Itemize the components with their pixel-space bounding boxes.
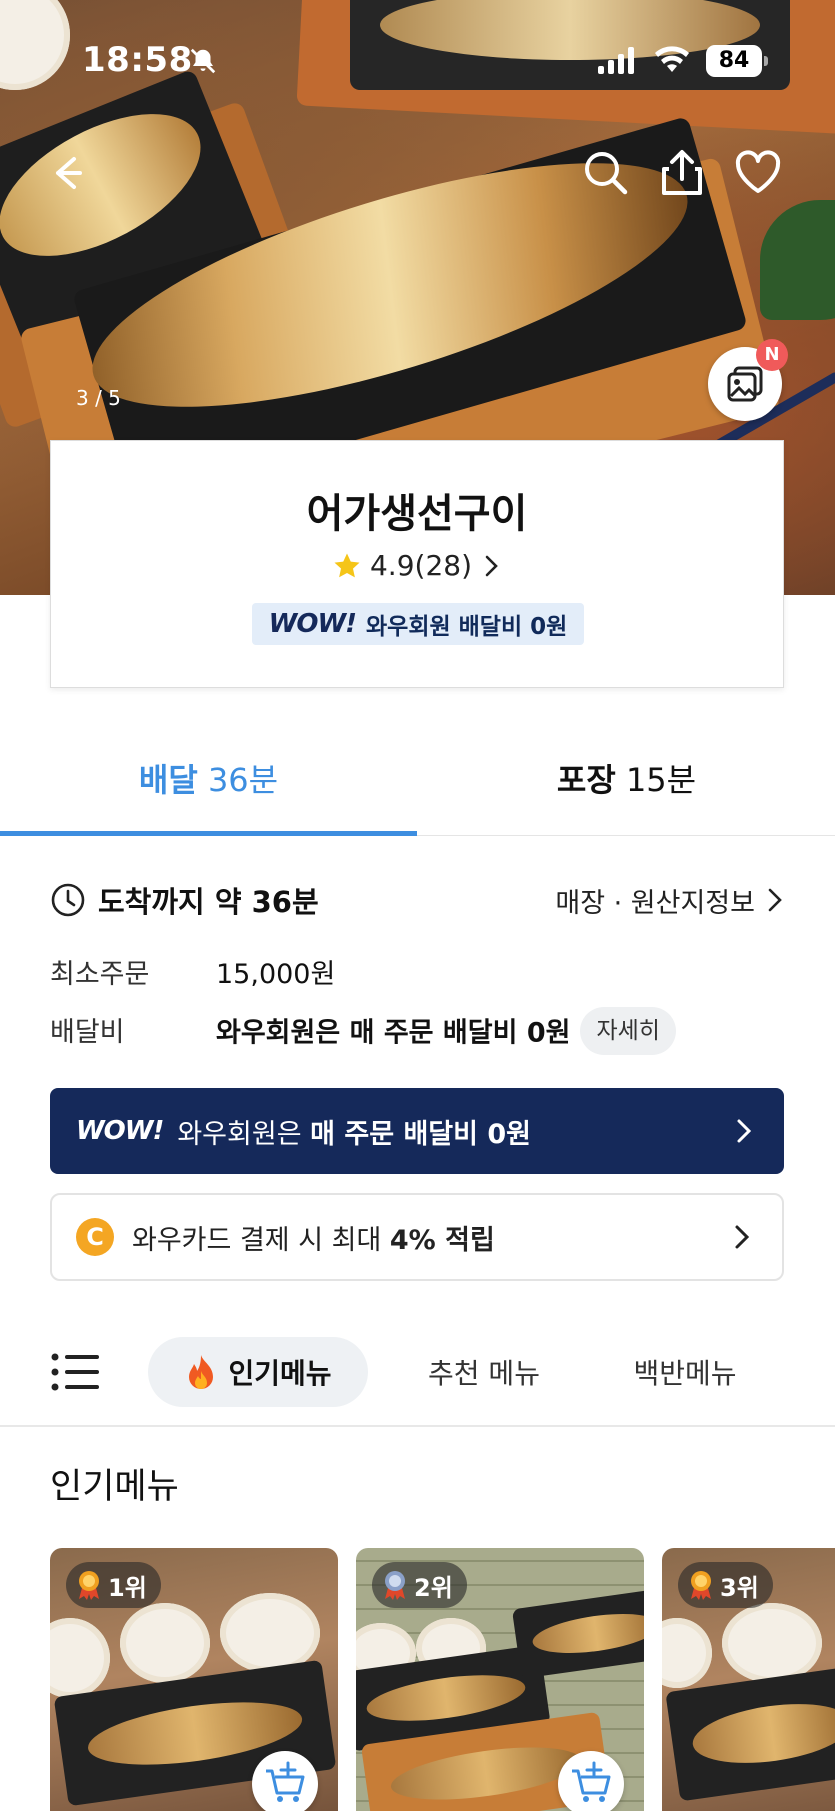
active-tab-indicator bbox=[0, 831, 417, 836]
section-title: 인기메뉴 bbox=[50, 1467, 179, 1507]
menu-list-icon[interactable] bbox=[50, 1351, 100, 1393]
arrival-time: 도착까지 약 36분 bbox=[98, 885, 319, 919]
rank-label: 2위 bbox=[414, 1573, 453, 1602]
tab-pickup[interactable]: 포장 15분 bbox=[418, 720, 835, 836]
wow-banner-text: 와우회원은 매 주문 배달비 0원 bbox=[177, 1112, 531, 1151]
store-page: 18:58 84 3 / 5 N 어가생선구이 4.9(28) WOW! 와우회… bbox=[0, 0, 835, 1811]
rank-badge: 3위 bbox=[678, 1562, 773, 1608]
wow-badge-text: 와우회원 배달비 0원 bbox=[366, 614, 568, 640]
tab-delivery-time: 36분 bbox=[207, 761, 279, 799]
menu-category-bar: 인기메뉴 추천 메뉴 백반메뉴 bbox=[0, 1325, 835, 1427]
photo-counter: 3 / 5 bbox=[76, 386, 121, 410]
grilled-fish bbox=[363, 1667, 529, 1729]
popular-item-card[interactable]: 3위 bbox=[662, 1548, 835, 1811]
card-banner-text-plain: 와우카드 결제 시 최대 bbox=[132, 1224, 390, 1256]
popular-item-card[interactable]: 1위 bbox=[50, 1548, 338, 1811]
rank-label: 3위 bbox=[720, 1573, 759, 1602]
grilled-fish bbox=[387, 1737, 585, 1809]
delivery-fee-value-wrap: 와우회원은 매 주문 배달비 0원 자세히 bbox=[216, 1007, 676, 1058]
min-order-row: 최소주문 15,000원 bbox=[50, 952, 335, 991]
chevron-right-icon bbox=[737, 1119, 752, 1143]
fish-grill-plate bbox=[511, 1587, 644, 1679]
delivery-fee-label: 배달비 bbox=[50, 1017, 125, 1048]
hero-leaf bbox=[760, 200, 835, 320]
rating-link[interactable]: 4.9(28) bbox=[51, 549, 783, 582]
chevron-right-icon bbox=[768, 888, 782, 912]
rank-badge: 2위 bbox=[372, 1562, 467, 1608]
chevron-right-icon bbox=[485, 555, 498, 576]
wow-banner-text-bold: 매 주문 배달비 0원 bbox=[310, 1118, 531, 1150]
wow-logo: WOW! bbox=[76, 1116, 164, 1146]
wow-banner-text-plain: 와우회원은 bbox=[177, 1118, 311, 1150]
star-icon bbox=[334, 553, 360, 577]
rank-label: 1위 bbox=[108, 1573, 147, 1602]
gold-medal-icon bbox=[691, 1571, 711, 1600]
store-name: 어가생선구이 bbox=[306, 491, 528, 537]
side-dish-plate bbox=[120, 1603, 210, 1683]
wow-logo: WOW! bbox=[268, 609, 357, 639]
status-time: 18:58 bbox=[82, 40, 193, 80]
add-to-cart-icon[interactable] bbox=[558, 1751, 624, 1811]
side-dish-plate bbox=[722, 1603, 822, 1683]
wifi-icon bbox=[655, 46, 689, 72]
gold-medal-icon bbox=[79, 1571, 99, 1600]
delivery-fee-value: 와우회원은 매 주문 배달비 0원 bbox=[216, 1017, 571, 1049]
tab-delivery-label: 배달 bbox=[138, 761, 198, 799]
coin-icon: C bbox=[76, 1218, 114, 1256]
arrival-row: 도착까지 약 36분 매장 · 원산지정보 bbox=[50, 878, 785, 922]
wow-membership-banner[interactable]: WOW! 와우회원은 매 주문 배달비 0원 bbox=[50, 1088, 784, 1174]
store-info-card: 어가생선구이 4.9(28) WOW! 와우회원 배달비 0원 bbox=[50, 440, 784, 688]
grilled-fish bbox=[688, 1694, 835, 1772]
tab-delivery[interactable]: 배달 36분 bbox=[0, 720, 417, 836]
category-recommended[interactable]: 추천 메뉴 bbox=[395, 1337, 573, 1407]
side-dish-plate bbox=[50, 1618, 110, 1698]
wow-card-reward-banner[interactable]: C 와우카드 결제 시 최대 4% 적립 bbox=[50, 1193, 784, 1281]
add-to-cart-icon[interactable] bbox=[252, 1751, 318, 1811]
cellular-signal-icon bbox=[598, 46, 634, 74]
photo-review-button[interactable]: N bbox=[708, 339, 788, 421]
rating-value: 4.9(28) bbox=[369, 549, 472, 582]
category-popular-label: 인기메뉴 bbox=[228, 1357, 332, 1390]
min-order-label: 최소주문 bbox=[50, 959, 150, 990]
min-order-value: 15,000원 bbox=[216, 959, 336, 990]
fire-icon bbox=[189, 1355, 214, 1389]
silver-medal-icon bbox=[385, 1571, 405, 1600]
card-banner-text: 와우카드 결제 시 최대 4% 적립 bbox=[132, 1218, 495, 1257]
store-origin-info-link[interactable]: 매장 · 원산지정보 bbox=[555, 878, 785, 922]
tab-pickup-time: 15분 bbox=[625, 761, 697, 799]
rank-badge: 1위 bbox=[66, 1562, 161, 1608]
order-type-tabs: 배달 36분 포장 15분 bbox=[0, 720, 835, 836]
search-icon[interactable] bbox=[578, 145, 634, 201]
battery-indicator: 84 bbox=[706, 45, 768, 77]
status-bar: 18:58 84 bbox=[0, 0, 835, 120]
category-popular[interactable]: 인기메뉴 bbox=[148, 1337, 368, 1407]
side-dish-plate bbox=[662, 1618, 712, 1688]
delivery-fee-row: 배달비 와우회원은 매 주문 배달비 0원 자세히 bbox=[50, 1007, 676, 1055]
share-icon[interactable] bbox=[654, 145, 710, 201]
bell-muted-icon bbox=[190, 48, 216, 74]
card-banner-text-bold: 4% 적립 bbox=[389, 1224, 495, 1256]
detail-button[interactable]: 자세히 bbox=[580, 1007, 676, 1055]
category-set-menu[interactable]: 백반메뉴 bbox=[605, 1337, 765, 1407]
tab-pickup-label: 포장 bbox=[556, 761, 616, 799]
clock-icon bbox=[51, 883, 85, 917]
photo-gallery-icon bbox=[727, 366, 763, 402]
popular-item-card[interactable]: 2위 bbox=[356, 1548, 644, 1811]
back-arrow-icon[interactable] bbox=[40, 145, 96, 201]
grilled-fish bbox=[530, 1606, 644, 1660]
wow-delivery-badge: WOW! 와우회원 배달비 0원 bbox=[252, 603, 584, 645]
new-badge: N bbox=[756, 339, 788, 371]
store-origin-info-label: 매장 · 원산지정보 bbox=[555, 887, 755, 919]
heart-icon[interactable] bbox=[730, 145, 786, 201]
chevron-right-icon bbox=[735, 1225, 750, 1249]
